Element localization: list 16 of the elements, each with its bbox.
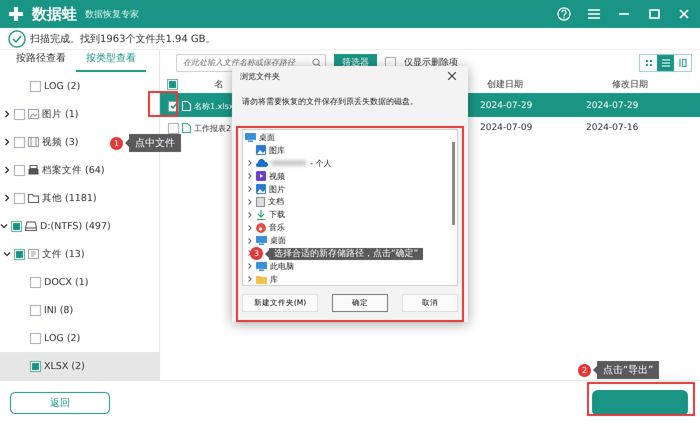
step-badge: 1 xyxy=(110,136,123,150)
table-cell-text: 2024-07-29 xyxy=(586,101,640,111)
table-cell-text: 2024-07-16 xyxy=(586,123,640,133)
checkbox-label: 仅显示删除项 xyxy=(404,56,458,69)
table-cell-text: 2024-07-29 xyxy=(480,101,534,111)
callout-tooltip: 选择合适的新存储路径，点击“确定” xyxy=(269,248,424,260)
app-name: 数据蛙 xyxy=(32,4,77,24)
app-subtitle: 数据恢复专家 xyxy=(85,8,139,20)
file-name: 工作报表2 xyxy=(194,122,232,134)
callout-tooltip: 点中文件 xyxy=(129,134,181,152)
dialog-title: 浏览文件夹 xyxy=(240,70,280,82)
callout-tooltip: 点击“导出” xyxy=(597,361,660,379)
table-cell-text: 2024-07-09 xyxy=(480,123,534,133)
dialog-message: 请勿将需要恢复的文件保存到原丢失数据的磁盘。 xyxy=(242,96,419,107)
status-text: 扫描完成。找到1963个文件共1.94 GB。 xyxy=(30,32,216,46)
step-badge: 2 xyxy=(578,364,591,376)
